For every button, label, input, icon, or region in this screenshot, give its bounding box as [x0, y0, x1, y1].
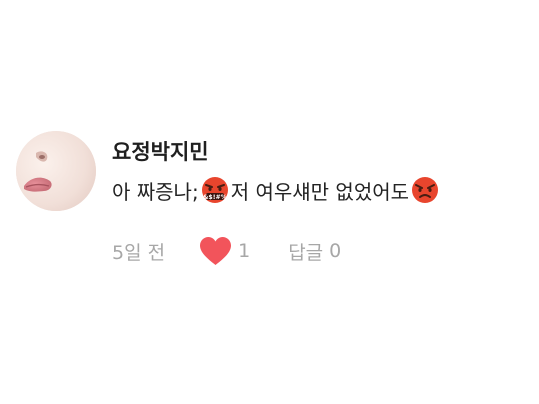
like-count: 1 [238, 240, 251, 262]
reply-button[interactable]: 답글 0 [288, 238, 341, 265]
reply-label: 답글 [288, 241, 324, 264]
timestamp: 5일 전 [112, 241, 166, 264]
heart-icon[interactable] [199, 236, 232, 266]
comment-text-part1: 아 짜증나; [112, 179, 199, 204]
emoji-symbols-text: &$!#% [203, 194, 227, 201]
username[interactable]: 요정박지민 [112, 136, 209, 166]
angry-face-icon [411, 176, 439, 204]
comment-text-part2: 저 여우섀만 없었어도 [230, 179, 410, 204]
reply-count: 0 [329, 240, 342, 262]
comment-item: 요정박지민 아 짜증나; &$!#% 저 여우섀만 없었어도 5일 전 1 답글… [16, 131, 526, 271]
like-button[interactable]: 1 [199, 236, 250, 266]
comment-actions: 5일 전 1 답글 0 [112, 234, 341, 268]
avatar[interactable] [16, 131, 96, 211]
comment-text: 아 짜증나; &$!#% 저 여우섀만 없었어도 [112, 173, 441, 207]
face-with-symbols-on-mouth-icon: &$!#% [201, 176, 229, 204]
